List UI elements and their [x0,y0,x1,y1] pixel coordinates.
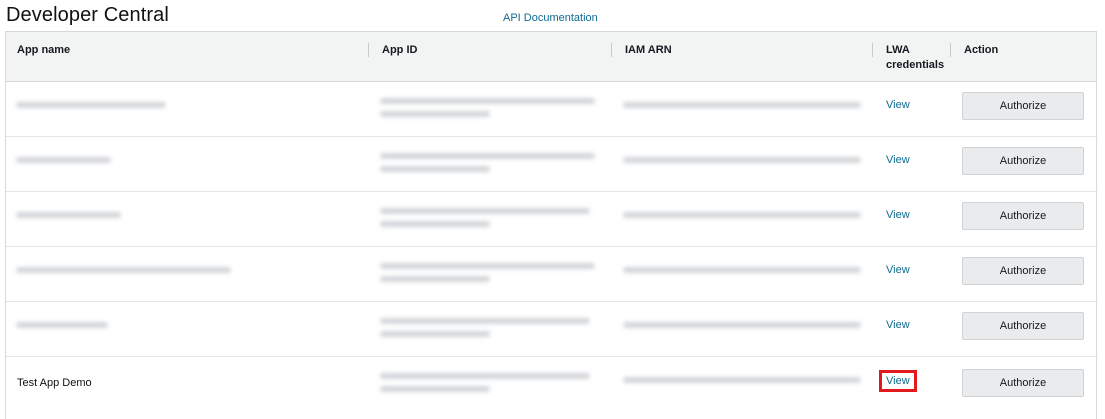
blurred-app-name [16,322,108,328]
blurred-iam-arn [623,267,861,273]
blurred-app-id [380,373,590,379]
authorize-button[interactable]: Authorize [962,92,1084,120]
blurred-iam-arn [623,102,861,108]
table-row: View Authorize [6,302,1098,357]
blurred-app-name [16,157,111,163]
column-divider [611,43,612,57]
table-row: View Authorize [6,82,1098,137]
blurred-app-name [16,212,121,218]
authorize-button[interactable]: Authorize [962,257,1084,285]
blurred-app-id [380,153,595,159]
blurred-iam-arn [623,377,861,383]
column-divider [368,43,369,57]
view-credentials-link[interactable]: View [886,154,910,166]
blurred-app-id [380,166,490,172]
view-credentials-link-highlighted[interactable]: View [879,370,917,392]
column-header-action[interactable]: Action [964,43,998,58]
view-credentials-link[interactable]: View [886,99,910,111]
column-header-iam-arn[interactable]: IAM ARN [625,43,672,58]
blurred-app-name [16,267,231,273]
app-name-cell: Test App Demo [17,377,92,389]
blurred-app-id [380,386,490,392]
authorize-button[interactable]: Authorize [962,312,1084,340]
blurred-app-id [380,221,490,227]
blurred-iam-arn [623,157,861,163]
table-row: Test App Demo View Authorize [6,357,1096,412]
table-row: View Authorize [6,247,1098,302]
column-header-app-name[interactable]: App name [17,43,70,58]
page-title: Developer Central [6,4,169,26]
blurred-app-id [380,111,490,117]
blurred-app-id [380,318,590,324]
table-row: View Authorize [6,192,1098,247]
apps-table: App name App ID IAM ARN LWA credentials … [5,31,1098,419]
table-header: App name App ID IAM ARN LWA credentials … [6,32,1096,82]
column-divider [872,43,873,57]
blurred-iam-arn [623,322,861,328]
authorize-button[interactable]: Authorize [962,369,1084,397]
column-divider [950,43,951,57]
blurred-app-id [380,276,490,282]
column-header-app-id[interactable]: App ID [382,43,417,58]
table-row: View Authorize [6,137,1098,192]
blurred-app-id [380,263,595,269]
blurred-app-id [380,331,490,337]
api-documentation-link[interactable]: API Documentation [503,12,598,24]
view-credentials-link[interactable]: View [886,209,910,221]
view-credentials-link[interactable]: View [886,319,910,331]
authorize-button[interactable]: Authorize [962,202,1084,230]
view-credentials-link[interactable]: View [886,264,910,276]
authorize-button[interactable]: Authorize [962,147,1084,175]
blurred-app-name [16,102,166,108]
blurred-app-id [380,98,595,104]
column-header-lwa-credentials[interactable]: LWA credentials [886,43,944,73]
blurred-iam-arn [623,212,861,218]
lwa-header-line2: credentials [886,59,945,71]
blurred-app-id [380,208,590,214]
lwa-header-line1: LWA [886,44,910,56]
